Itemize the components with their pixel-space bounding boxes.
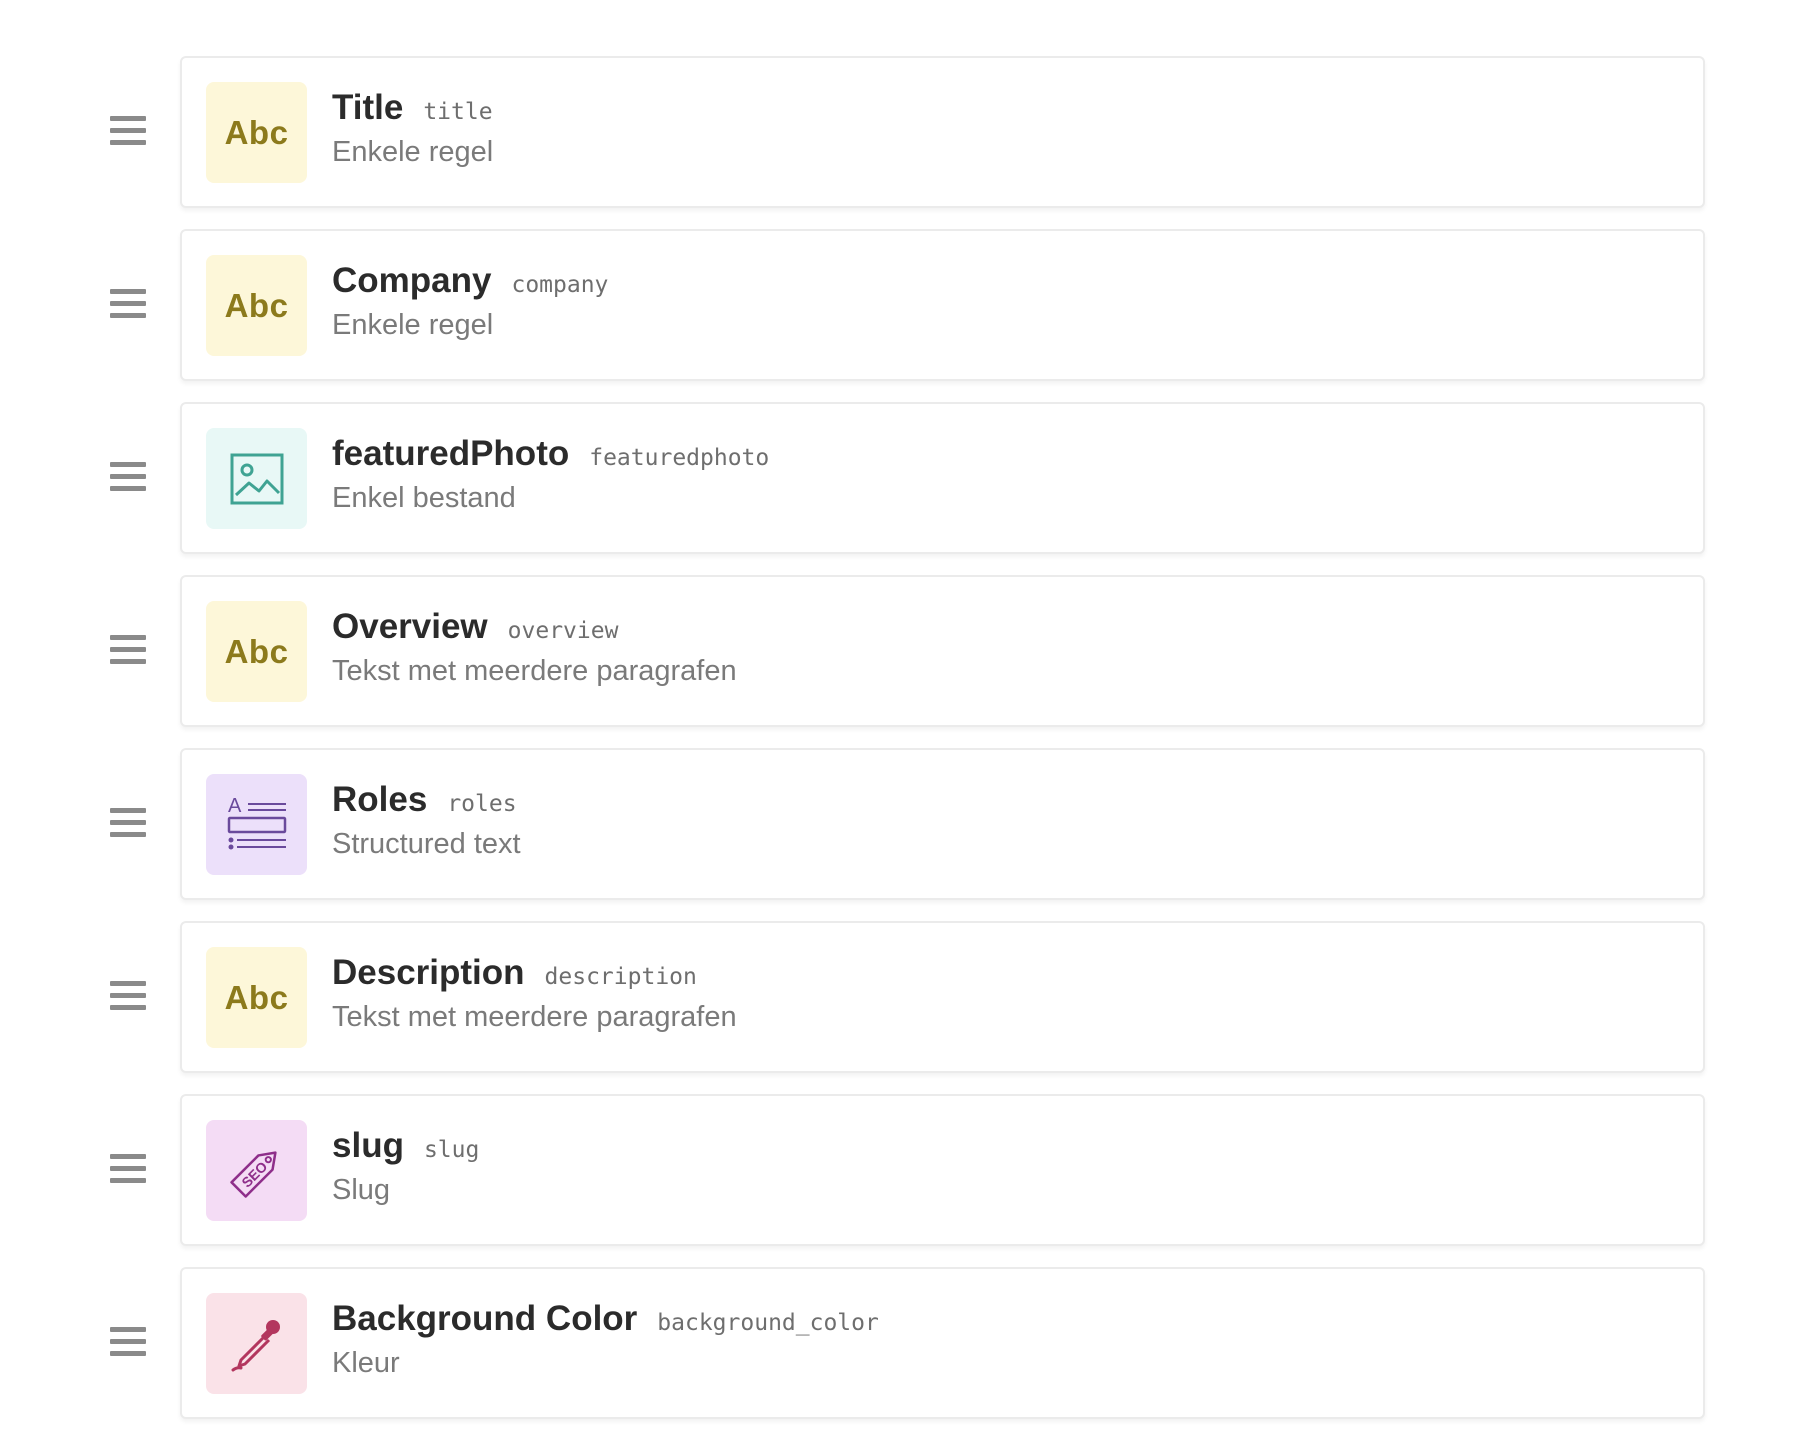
field-text: Roles roles Structured text [332, 780, 521, 861]
field-card-overview[interactable]: Abc Overview overview Tekst met meerdere… [180, 575, 1705, 727]
field-title-line: Background Color background_color [332, 1299, 879, 1339]
drag-handle-icon[interactable] [110, 981, 146, 1015]
field-list: Abc Title title Enkele regel Abc Company… [0, 56, 1816, 1440]
field-text: Title title Enkele regel [332, 88, 493, 169]
field-api-key: description [544, 964, 697, 990]
field-label: Roles [332, 780, 428, 819]
field-text: Description description Tekst met meerde… [332, 953, 737, 1034]
field-label: Background Color [332, 1299, 638, 1338]
field-row: Background Color background_color Kleur [0, 1267, 1816, 1440]
eyedropper-icon-graphic [231, 1319, 280, 1371]
structured-text-icon-graphic: A [227, 795, 286, 849]
field-row: Abc Company company Enkele regel [0, 229, 1816, 402]
abc-icon: Abc [206, 82, 307, 183]
drag-handle-icon[interactable] [110, 635, 146, 669]
svg-text:SEO: SEO [238, 1158, 270, 1190]
field-row: featuredPhoto featuredphoto Enkel bestan… [0, 402, 1816, 575]
drag-handle-icon[interactable] [110, 462, 146, 496]
field-card-background-color[interactable]: Background Color background_color Kleur [180, 1267, 1705, 1419]
drag-handle-icon[interactable] [110, 1154, 146, 1188]
field-type: Slug [332, 1174, 391, 1206]
field-title-line: Overview overview [332, 607, 737, 647]
field-text: Background Color background_color Kleur [332, 1299, 879, 1380]
abc-icon-text: Abc [224, 113, 289, 151]
field-title-line: featuredPhoto featuredphoto [332, 434, 769, 474]
field-label: Company [332, 261, 492, 300]
abc-icon: Abc [206, 947, 307, 1048]
abc-icon-text: Abc [224, 632, 289, 670]
field-row: SEO slug slug Slug [0, 1094, 1816, 1267]
field-row: Abc Overview overview Tekst met meerdere… [0, 575, 1816, 748]
field-label: Title [332, 88, 404, 127]
field-label: Description [332, 953, 525, 992]
field-type: Tekst met meerdere paragrafen [332, 1001, 737, 1033]
drag-handle-icon[interactable] [110, 116, 146, 150]
abc-icon-text: Abc [224, 978, 289, 1016]
field-type: Kleur [332, 1347, 400, 1379]
field-title-line: Roles roles [332, 780, 521, 820]
drag-handle-icon[interactable] [110, 808, 146, 842]
field-text: featuredPhoto featuredphoto Enkel bestan… [332, 434, 769, 515]
field-row: Abc Description description Tekst met me… [0, 921, 1816, 1094]
drag-handle-icon[interactable] [110, 289, 146, 323]
seo-tag-icon-graphic: SEO [229, 1150, 277, 1198]
image-icon-graphic [230, 453, 283, 504]
field-label: featuredPhoto [332, 434, 570, 473]
field-type: Enkel bestand [332, 482, 516, 514]
field-label: slug [332, 1126, 404, 1165]
field-api-key: slug [423, 1137, 480, 1163]
svg-text:A: A [228, 795, 242, 817]
field-card-featuredphoto[interactable]: featuredPhoto featuredphoto Enkel bestan… [180, 402, 1705, 554]
field-title-line: Company company [332, 261, 608, 301]
field-label: Overview [332, 607, 488, 646]
structured-text-icon: A [206, 774, 307, 875]
field-type: Tekst met meerdere paragrafen [332, 655, 737, 687]
field-card-company[interactable]: Abc Company company Enkele regel [180, 229, 1705, 381]
field-api-key: company [511, 272, 609, 298]
field-card-description[interactable]: Abc Description description Tekst met me… [180, 921, 1705, 1073]
field-api-key: background_color [657, 1310, 879, 1336]
field-card-slug[interactable]: SEO slug slug Slug [180, 1094, 1705, 1246]
field-card-roles[interactable]: A Roles roles Structured text [180, 748, 1705, 900]
field-title-line: Title title [332, 88, 493, 128]
field-card-title[interactable]: Abc Title title Enkele regel [180, 56, 1705, 208]
field-api-key: title [423, 99, 493, 125]
field-text: Overview overview Tekst met meerdere par… [332, 607, 737, 688]
field-api-key: overview [507, 618, 619, 644]
field-type: Structured text [332, 828, 521, 860]
field-row: Abc Title title Enkele regel [0, 56, 1816, 229]
field-text: slug slug Slug [332, 1126, 479, 1207]
seo-tag-icon: SEO [206, 1120, 307, 1221]
field-api-key: roles [447, 791, 517, 817]
abc-icon: Abc [206, 255, 307, 356]
field-title-line: slug slug [332, 1126, 479, 1166]
drag-handle-icon[interactable] [110, 1327, 146, 1361]
abc-icon-text: Abc [224, 286, 289, 324]
field-type: Enkele regel [332, 309, 494, 341]
image-icon [206, 428, 307, 529]
eyedropper-icon [206, 1293, 307, 1394]
abc-icon: Abc [206, 601, 307, 702]
field-row: A Roles roles Structured text [0, 748, 1816, 921]
field-type: Enkele regel [332, 136, 494, 168]
field-title-line: Description description [332, 953, 737, 993]
field-text: Company company Enkele regel [332, 261, 608, 342]
field-api-key: featuredphoto [589, 445, 770, 471]
